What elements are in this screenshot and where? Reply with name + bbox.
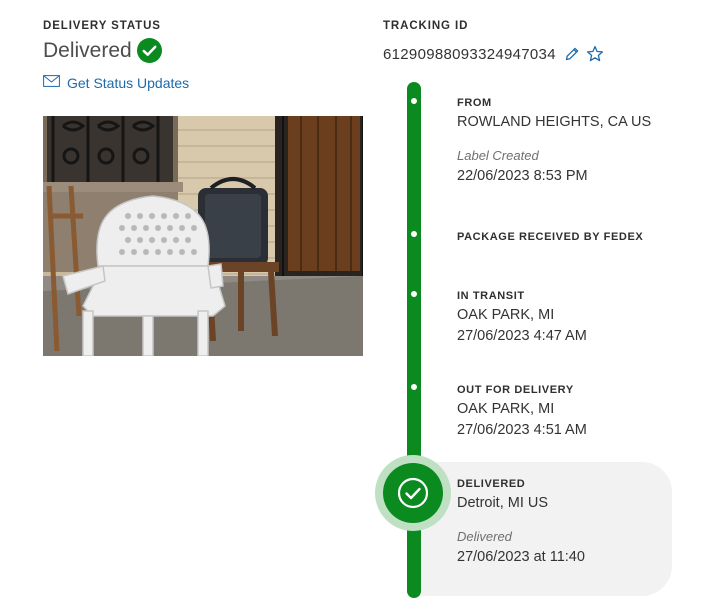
event-datetime: 22/06/2023 8:53 PM: [457, 168, 588, 184]
event-datetime: 27/06/2023 at 11:40: [457, 549, 585, 565]
delivered-badge: [383, 463, 443, 523]
timeline-dot-in-transit: [411, 291, 417, 297]
event-note: Label Created: [457, 148, 539, 163]
pencil-icon[interactable]: [564, 46, 580, 62]
get-status-updates-link[interactable]: Get Status Updates: [43, 75, 189, 91]
delivery-proof-photo: [43, 116, 363, 356]
event-title: DELIVERED: [457, 478, 526, 490]
tracking-id-heading: TRACKING ID: [383, 20, 469, 32]
delivery-status: Delivered: [43, 38, 162, 63]
event-location: OAK PARK, MI: [457, 401, 555, 417]
get-status-updates-label: Get Status Updates: [67, 75, 190, 91]
timeline-event-delivered: DELIVERED Detroit, MI US Delivered 27/06…: [457, 478, 585, 568]
event-title: IN TRANSIT: [457, 290, 525, 302]
timeline-dot-out-for-delivery: [411, 384, 417, 390]
check-circle-icon: [397, 477, 429, 509]
event-title: OUT FOR DELIVERY: [457, 384, 574, 396]
timeline-event-in-transit: IN TRANSIT OAK PARK, MI 27/06/2023 4:47 …: [457, 290, 587, 347]
tracking-id-row: 61290988093324947034: [383, 45, 604, 63]
event-title: PACKAGE RECEIVED BY FEDEX: [457, 231, 644, 243]
delivery-status-text: Delivered: [43, 38, 132, 62]
timeline-dot-from: [411, 98, 417, 104]
event-location: Detroit, MI US: [457, 495, 549, 511]
event-datetime: 27/06/2023 4:47 AM: [457, 328, 587, 344]
timeline-dot-received: [411, 231, 417, 237]
event-datetime: 27/06/2023 4:51 AM: [457, 422, 587, 438]
star-icon[interactable]: [586, 45, 604, 63]
event-title: FROM: [457, 97, 492, 109]
event-location: OAK PARK, MI: [457, 307, 555, 323]
delivery-status-heading: DELIVERY STATUS: [43, 20, 161, 32]
mail-icon: [43, 75, 60, 87]
tracking-number: 61290988093324947034: [383, 45, 556, 63]
event-location: ROWLAND HEIGHTS, CA US: [457, 114, 652, 130]
event-note: Delivered: [457, 529, 512, 544]
timeline-event-from: FROM ROWLAND HEIGHTS, CA US Label Create…: [457, 97, 651, 187]
check-circle-icon: [136, 38, 162, 63]
timeline-event-out-for-delivery: OUT FOR DELIVERY OAK PARK, MI 27/06/2023…: [457, 384, 587, 441]
timeline-event-received: PACKAGE RECEIVED BY FEDEX: [457, 231, 643, 243]
